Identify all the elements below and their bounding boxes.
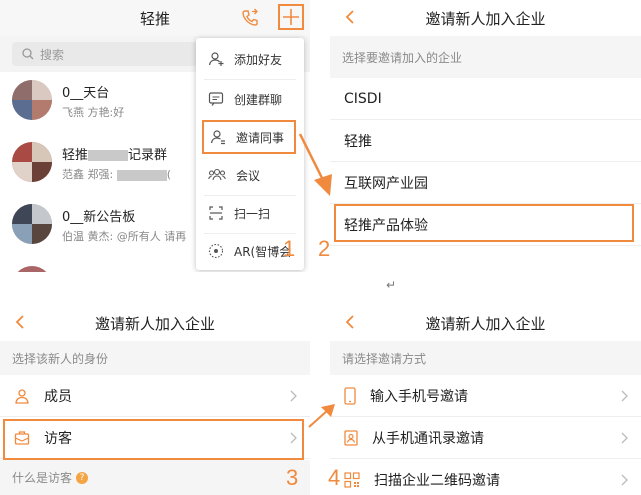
chevron-right-icon [621, 432, 628, 443]
highlight-box [3, 419, 304, 460]
group-avatar [12, 204, 52, 244]
scan-icon [209, 206, 223, 220]
highlight-box [334, 204, 634, 242]
page-title: 邀请新人加入企业 [94, 314, 215, 333]
group-avatar [12, 266, 52, 272]
add-friend-icon [208, 52, 224, 66]
visitor-help-link[interactable]: 什么是访客? [0, 460, 310, 495]
chat-preview: 飞燕 方艳:好 [62, 106, 125, 119]
plus-button[interactable] [278, 4, 304, 30]
page-title: 邀请新人加入企业 [425, 9, 546, 28]
chat-name: 0__新公告板 [62, 210, 136, 225]
chevron-right-icon [621, 390, 628, 401]
invite-by-qrcode[interactable]: 扫描企业二维码邀请 [330, 459, 641, 495]
company-option[interactable]: 互联网产业园 [330, 162, 641, 204]
chat-preview: 范鑫 郑强: ( [62, 168, 171, 181]
invite-method-screen: 邀请新人加入企业 请选择邀请方式 输入手机号邀请 从手机通讯录邀请 扫描企业二维… [330, 305, 641, 495]
menu-item-label: 邀请同事 [236, 130, 285, 145]
group-avatar [12, 142, 52, 182]
invite-by-phone[interactable]: 输入手机号邀请 [330, 375, 641, 417]
app-header: 轻推 [0, 0, 310, 36]
menu-meeting[interactable]: 会议 [196, 156, 304, 194]
mobile-phone-icon [344, 386, 356, 405]
menu-invite-colleague[interactable]: 邀请同事 [202, 120, 296, 154]
group-chat-icon [208, 92, 224, 106]
section-label: 选择要邀请加入的企业 [330, 36, 641, 78]
step-arrow-1-to-2 [298, 133, 332, 196]
back-icon[interactable] [340, 6, 362, 28]
company-option[interactable]: CISDI [330, 78, 641, 120]
method-label: 扫描企业二维码邀请 [374, 472, 500, 489]
role-member[interactable]: 成员 [0, 375, 310, 417]
app-header: 邀请新人加入企业 [330, 305, 641, 341]
meeting-icon [208, 168, 226, 181]
method-label: 输入手机号邀请 [370, 388, 468, 405]
role-label: 成员 [44, 388, 72, 405]
select-identity-screen: 邀请新人加入企业 选择该新人的身份 成员 访客 什么是访客? [0, 305, 310, 495]
member-icon [15, 388, 29, 404]
search-icon [22, 48, 34, 60]
menu-create-group[interactable]: 创建群聊 [196, 80, 304, 118]
step-number: 2 [318, 236, 331, 261]
return-mark: ↵ [386, 278, 397, 292]
menu-add-friend[interactable]: 添加好友 [196, 40, 304, 78]
method-label: 从手机通讯录邀请 [372, 430, 484, 447]
contacts-icon [344, 429, 358, 446]
help-icon: ? [76, 471, 89, 484]
plus-icon [283, 9, 299, 25]
app-header: 邀请新人加入企业 [330, 0, 641, 36]
select-company-screen: 邀请新人加入企业 选择要邀请加入的企业 CISDI 轻推 互联网产业园 轻推产品… [330, 0, 641, 272]
company-option[interactable]: 轻推 [330, 120, 641, 162]
back-icon[interactable] [10, 311, 32, 333]
phone-call-icon[interactable] [240, 8, 260, 28]
invite-colleague-icon [210, 130, 225, 145]
step-number: 4 [328, 465, 341, 490]
step-number: 3 [286, 465, 299, 490]
back-icon[interactable] [340, 311, 362, 333]
step-arrow-3-to-4 [308, 404, 335, 428]
menu-item-label: 添加好友 [234, 52, 283, 67]
step-number: 1 [283, 236, 296, 261]
invite-from-contacts[interactable]: 从手机通讯录邀请 [330, 417, 641, 459]
chat-list-screen: 轻推 搜索 0__天台 飞燕 方艳:好 轻推 记录群 范鑫 郑强: (0__新… [0, 0, 310, 272]
menu-scan[interactable]: 扫一扫 [196, 194, 304, 232]
search-placeholder: 搜索 [40, 47, 65, 62]
chevron-right-icon [290, 390, 297, 401]
chat-name: 轻推 记录群 [62, 148, 168, 163]
menu-item-label: 创建群聊 [234, 92, 283, 107]
app-header: 邀请新人加入企业 [0, 305, 310, 341]
group-avatar [12, 80, 52, 120]
menu-item-label: 会议 [236, 168, 261, 183]
section-label: 请选择邀请方式 [330, 341, 641, 375]
chat-preview: 伯温 黄杰: @所有人 请再 [62, 230, 187, 243]
chat-name: 0__天台 [62, 86, 110, 101]
page-title: 邀请新人加入企业 [425, 314, 546, 333]
page-title: 轻推 [139, 9, 170, 28]
ar-icon [208, 243, 224, 259]
menu-item-label: 扫一扫 [234, 206, 271, 221]
qrcode-icon [344, 471, 360, 488]
chevron-right-icon [621, 474, 628, 485]
section-label: 选择该新人的身份 [0, 341, 310, 375]
